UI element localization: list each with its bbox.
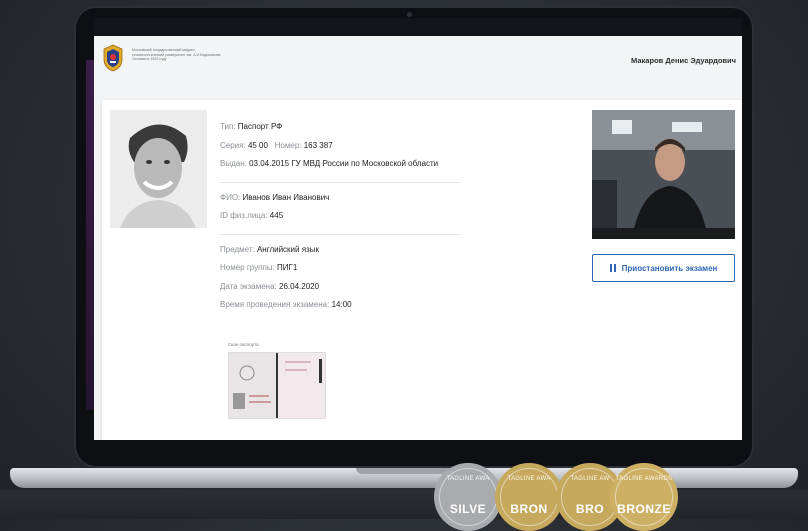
badge-label: SILVE bbox=[449, 502, 487, 516]
passport-series-label: Серия: bbox=[220, 140, 246, 150]
university-logo bbox=[103, 44, 123, 72]
subject-label: Предмет: bbox=[220, 244, 255, 254]
divider bbox=[220, 181, 460, 183]
award-badge-silver: TAGLINE AWA SILVE bbox=[434, 463, 502, 531]
exam-time-row: Время проведения экзамена: 14:00 bbox=[220, 300, 470, 319]
group-value: ПИГ1 bbox=[277, 263, 298, 272]
app-screen: Московский государственный медико-стомат… bbox=[94, 36, 742, 440]
university-name: Московский государственный медико-стомат… bbox=[132, 48, 221, 62]
pause-icon bbox=[609, 264, 616, 272]
passport-number-value: 163 387 bbox=[303, 140, 333, 150]
passport-issued-value: 03.04.2015 ГУ МВД России по Московской о… bbox=[249, 159, 439, 168]
passport-series-value: 45 00 bbox=[247, 140, 268, 150]
subject-row: Предмет: Английский язык bbox=[220, 245, 470, 264]
app-header: Московский государственный медико-стомат… bbox=[94, 36, 742, 82]
fio-value: Иванов Иван Иванович bbox=[242, 192, 330, 202]
passport-scan-thumbnail[interactable] bbox=[228, 352, 326, 419]
fio-row: ФИО: Иванов Иван Иванович bbox=[220, 193, 470, 212]
exam-time-value: 14:00 bbox=[331, 300, 352, 309]
badge-caption: TAGLINE AWA bbox=[446, 476, 490, 482]
passport-series-row: Серия: 45 00 Номер: 163 387 bbox=[220, 141, 470, 160]
pause-exam-button[interactable]: Приостановить экзамен bbox=[592, 254, 735, 282]
person-id-label: ID физ.лица: bbox=[220, 211, 268, 220]
exam-date-label: Дата экзамена: bbox=[220, 281, 277, 291]
user-name[interactable]: Макаров Денис Эдуардович bbox=[631, 56, 736, 65]
exam-time-label: Время проведения экзамена: bbox=[220, 300, 330, 309]
passport-type-label: Тип: bbox=[220, 122, 236, 131]
desk-surface bbox=[0, 490, 808, 519]
badge-label: BRON bbox=[510, 502, 548, 516]
divider bbox=[220, 233, 460, 235]
webcam-video bbox=[592, 110, 735, 239]
laptop-notch bbox=[356, 468, 452, 474]
award-badge-bronze: TAGLINE AWA BRON bbox=[495, 463, 563, 531]
badge-label: BRONZE bbox=[617, 502, 671, 516]
group-label: Номер группы: bbox=[220, 263, 275, 272]
student-photo bbox=[110, 110, 207, 228]
badge-caption: TAGLINE AWARDS bbox=[615, 476, 673, 482]
side-glow bbox=[86, 60, 94, 410]
webcam-dot bbox=[407, 12, 412, 17]
passport-issued-row: Выдан: 03.04.2015 ГУ МВД России по Моско… bbox=[220, 159, 470, 178]
passport-number-label: Номер: bbox=[274, 140, 302, 150]
subject-value: Английский язык bbox=[256, 244, 319, 254]
award-badge-bronze: TAGLINE AWARDS BRONZE bbox=[610, 463, 678, 531]
screen-bezel bbox=[94, 18, 742, 36]
fio-label: ФИО: bbox=[220, 192, 241, 202]
person-id-value: 445 bbox=[269, 211, 284, 220]
badge-label: BRO bbox=[575, 502, 605, 516]
info-panel: Тип: Паспорт РФ Серия: 45 00 Номер: 163 … bbox=[220, 122, 470, 319]
pause-exam-label: Приостановить экзамен bbox=[621, 263, 718, 273]
person-id-row: ID физ.лица: 445 bbox=[220, 211, 470, 230]
group-row: Номер группы: ПИГ1 bbox=[220, 263, 470, 282]
exam-date-row: Дата экзамена: 26.04.2020 bbox=[220, 282, 470, 301]
passport-type-row: Тип: Паспорт РФ bbox=[220, 122, 470, 141]
badge-caption: TAGLINE AWA bbox=[507, 476, 551, 482]
exam-date-value: 26.04.2020 bbox=[279, 281, 320, 291]
scan-title: Скан паспорта bbox=[228, 342, 259, 347]
passport-issued-label: Выдан: bbox=[220, 159, 247, 168]
passport-type-value: Паспорт РФ bbox=[237, 122, 283, 131]
